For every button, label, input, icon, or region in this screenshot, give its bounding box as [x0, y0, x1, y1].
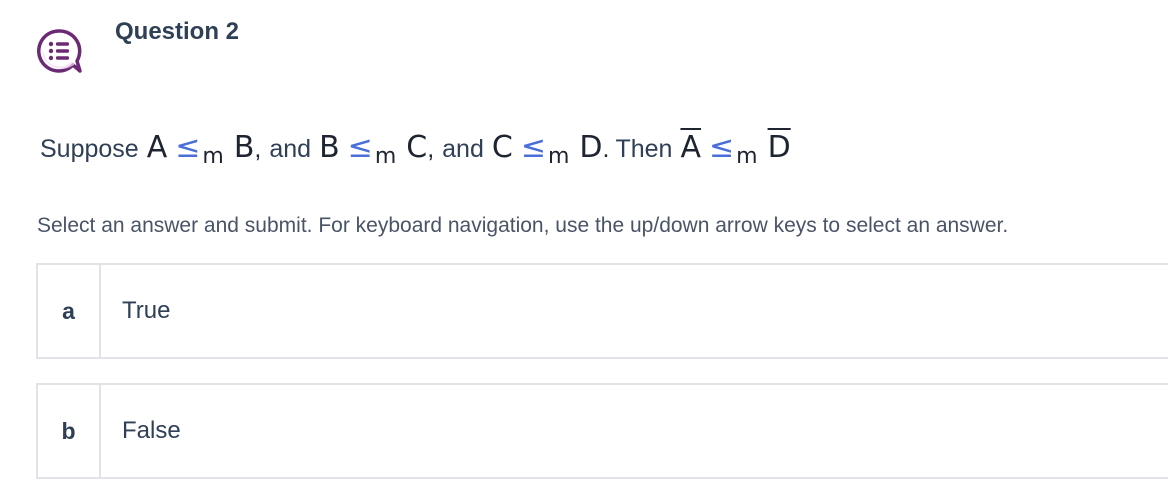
math-d: D — [579, 130, 603, 165]
prompt-comma: , — [254, 135, 262, 163]
math-b: B — [319, 130, 340, 165]
prompt-comma: , — [427, 135, 435, 163]
option-letter: a — [38, 265, 101, 357]
answer-option-false[interactable]: b False — [36, 383, 1168, 479]
option-label: False — [122, 417, 181, 444]
option-label: True — [122, 297, 171, 324]
math-b: B — [233, 130, 255, 165]
prompt-word-and: and — [269, 135, 312, 163]
math-a: A — [146, 130, 168, 165]
relation-symbol: ≤ — [520, 130, 546, 165]
relation-subscript: m — [374, 144, 397, 169]
quiz-page: Question 2 Suppose A ≤ m B , and B ≤ m C… — [0, 0, 1168, 498]
instructions-text: Select an answer and submit. For keyboar… — [37, 214, 1009, 237]
question-title: Question 2 — [115, 18, 240, 45]
option-letter: b — [38, 385, 101, 477]
relation-symbol: ≤ — [175, 130, 201, 165]
prompt-period: . — [602, 135, 610, 163]
prompt-word-suppose: Suppose — [40, 135, 139, 163]
relation-symbol: ≤ — [347, 130, 373, 165]
math-a-complement: A — [680, 130, 701, 165]
math-d-complement: D — [767, 130, 791, 165]
question-prompt: Suppose A ≤ m B , and B ≤ m C , and C ≤ … — [40, 130, 791, 182]
relation-symbol: ≤ — [708, 130, 735, 165]
quiz-list-icon — [37, 29, 82, 73]
relation-subscript: m — [736, 144, 758, 169]
prompt-word-then: Then — [615, 135, 673, 163]
answer-option-true[interactable]: a True — [36, 263, 1168, 359]
relation-subscript: m — [547, 144, 570, 169]
relation-subscript: m — [202, 144, 224, 169]
math-c: C — [491, 130, 513, 165]
math-c: C — [406, 130, 428, 165]
prompt-word-and: and — [442, 135, 484, 163]
